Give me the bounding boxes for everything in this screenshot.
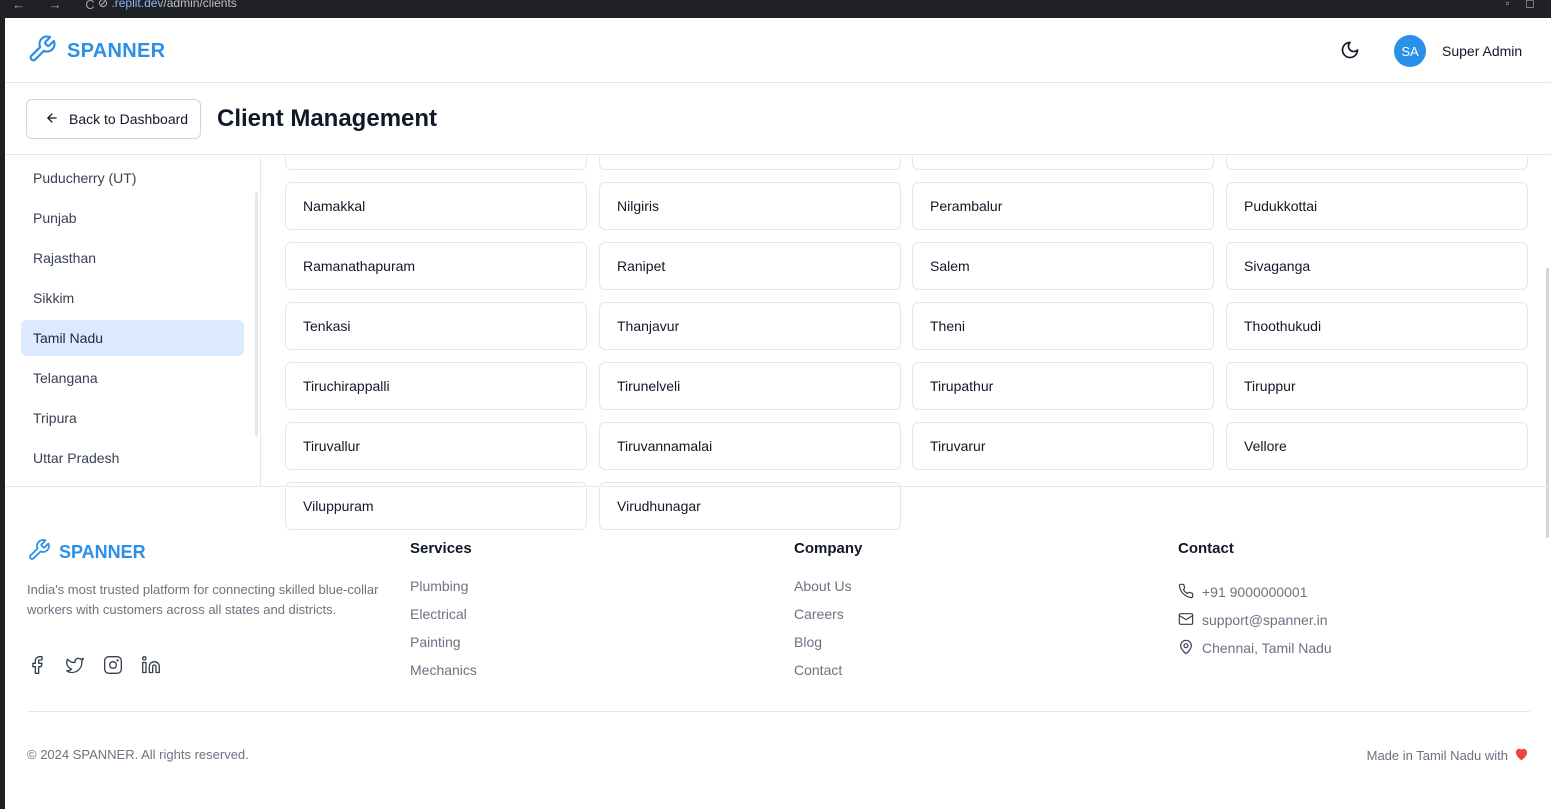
brand-logo[interactable]: SPANNER: [27, 34, 165, 69]
brand-name: SPANNER: [67, 40, 166, 62]
footer-services: Services Plumbing Electrical Painting Me…: [410, 540, 477, 690]
map-pin-icon: [1178, 639, 1194, 658]
address-bar-host: .replit.dev: [111, 0, 164, 10]
district-card[interactable]: Vellore: [1226, 422, 1528, 470]
district-card[interactable]: Tiruvarur: [912, 422, 1214, 470]
footer-company-heading: Company: [794, 540, 863, 557]
contact-phone[interactable]: +91 9000000001: [1178, 578, 1332, 606]
district-card[interactable]: Perambalur: [912, 182, 1214, 230]
facebook-icon[interactable]: [27, 655, 49, 677]
made-in-text: Made in Tamil Nadu with: [1366, 748, 1508, 763]
made-in-note: Made in Tamil Nadu with: [1367, 747, 1529, 764]
footer-description: India's most trusted platform for connec…: [27, 582, 379, 617]
social-links: [27, 655, 163, 677]
instagram-icon[interactable]: [103, 655, 125, 677]
sidebar-item-state[interactable]: Puducherry (UT): [21, 160, 244, 196]
address-bar-lock: ⊘: [98, 0, 112, 10]
wrench-icon: [27, 34, 57, 69]
user-name[interactable]: Super Admin: [1442, 43, 1522, 59]
heart-icon: [1514, 747, 1529, 764]
browser-window-icons[interactable]: ▫ ◻: [1505, 0, 1541, 10]
footer-contact-heading: Contact: [1178, 540, 1234, 557]
district-card[interactable]: Tenkasi: [285, 302, 587, 350]
footer-link-blog[interactable]: Blog: [794, 634, 862, 662]
district-card[interactable]: Tiruchirappalli: [285, 362, 587, 410]
district-card[interactable]: Tiruppur: [1226, 362, 1528, 410]
sidebar-item-state[interactable]: Sikkim: [21, 280, 244, 316]
mail-icon: [1178, 611, 1194, 630]
contact-email-text: support@spanner.in: [1202, 612, 1328, 628]
footer-brand-name: SPANNER: [59, 542, 146, 562]
scrolled-content-ghost: [5, 18, 1551, 83]
sidebar-item-state[interactable]: Telangana: [21, 360, 244, 396]
contact-phone-text: +91 9000000001: [1202, 584, 1308, 600]
sidebar-item-state[interactable]: Tripura: [21, 400, 244, 436]
copyright: © 2024 SPANNER. All rights reserved.: [27, 747, 249, 762]
footer-link-plumbing[interactable]: Plumbing: [410, 578, 477, 606]
avatar[interactable]: SA: [1394, 35, 1426, 67]
district-card[interactable]: Pudukkottai: [1226, 182, 1528, 230]
footer-services-heading: Services: [410, 540, 472, 557]
footer-link-electrical[interactable]: Electrical: [410, 606, 477, 634]
footer-brand[interactable]: SPANNER: [27, 538, 146, 567]
district-card-partial[interactable]: [912, 156, 1214, 170]
district-card-partial[interactable]: [285, 156, 587, 170]
browser-toolbar: ← → C ⊘ .replit.dev/admin/clients ▫ ◻: [0, 0, 1551, 18]
phone-icon: [1178, 583, 1194, 602]
wrench-icon: [27, 538, 51, 567]
district-card-partial[interactable]: [599, 156, 901, 170]
contact-address-text: Chennai, Tamil Nadu: [1202, 640, 1332, 656]
page-title: Client Management: [217, 105, 438, 132]
footer-link-painting[interactable]: Painting: [410, 634, 477, 662]
browser-nav-icons[interactable]: ← → C: [12, 0, 105, 12]
top-header: SPANNER SA Super Admin: [5, 18, 1551, 83]
footer-contact: Contact +91 9000000001 support@spanner.i…: [1178, 540, 1332, 662]
district-card[interactable]: Salem: [912, 242, 1214, 290]
twitter-icon[interactable]: [65, 655, 87, 677]
district-card[interactable]: Tirupathur: [912, 362, 1214, 410]
address-bar[interactable]: ⊘ .replit.dev/admin/clients: [98, 0, 237, 10]
district-card[interactable]: Thoothukudi: [1226, 302, 1528, 350]
district-card[interactable]: Nilgiris: [599, 182, 901, 230]
footer-link-about[interactable]: About Us: [794, 578, 862, 606]
sidebar-item-state[interactable]: Rajasthan: [21, 240, 244, 276]
sidebar-item-state[interactable]: Tamil Nadu: [21, 320, 244, 356]
page-title-bar: Back to Dashboard Client Management: [5, 83, 1551, 155]
footer-bottom-divider: [27, 711, 1530, 712]
footer-link-mechanics[interactable]: Mechanics: [410, 662, 477, 690]
district-card[interactable]: Theni: [912, 302, 1214, 350]
district-card[interactable]: Sivaganga: [1226, 242, 1528, 290]
arrow-left-icon: [45, 111, 59, 128]
district-card[interactable]: Tiruvallur: [285, 422, 587, 470]
footer: SPANNER India's most trusted platform fo…: [5, 487, 1551, 809]
district-card[interactable]: Tiruvannamalai: [599, 422, 901, 470]
district-card-partial[interactable]: [1226, 156, 1528, 170]
district-card[interactable]: Ramanathapuram: [285, 242, 587, 290]
app-window: SPANNER SA Super Admin Back to Dashboard…: [5, 18, 1551, 809]
sidebar-item-state[interactable]: Punjab: [21, 200, 244, 236]
footer-company: Company About Us Careers Blog Contact: [794, 540, 862, 690]
district-card[interactable]: Tirunelveli: [599, 362, 901, 410]
linkedin-icon[interactable]: [141, 655, 163, 677]
address-bar-path: /admin/clients: [163, 0, 237, 10]
sidebar-item-state[interactable]: Uttar Pradesh: [21, 440, 244, 476]
state-list: Puducherry (UT) Punjab Rajasthan Sikkim Tami…: [5, 156, 261, 486]
footer-link-contact[interactable]: Contact: [794, 662, 862, 690]
district-card[interactable]: Thanjavur: [599, 302, 901, 350]
state-list-scrollbar[interactable]: [255, 192, 258, 437]
contact-address: Chennai, Tamil Nadu: [1178, 634, 1332, 662]
back-button-label: Back to Dashboard: [69, 111, 189, 127]
moon-icon[interactable]: [1340, 40, 1360, 60]
contact-email[interactable]: support@spanner.in: [1178, 606, 1332, 634]
footer-link-careers[interactable]: Careers: [794, 606, 862, 634]
back-to-dashboard-button[interactable]: Back to Dashboard: [26, 99, 201, 139]
district-card[interactable]: Ranipet: [599, 242, 901, 290]
district-card[interactable]: Namakkal: [285, 182, 587, 230]
